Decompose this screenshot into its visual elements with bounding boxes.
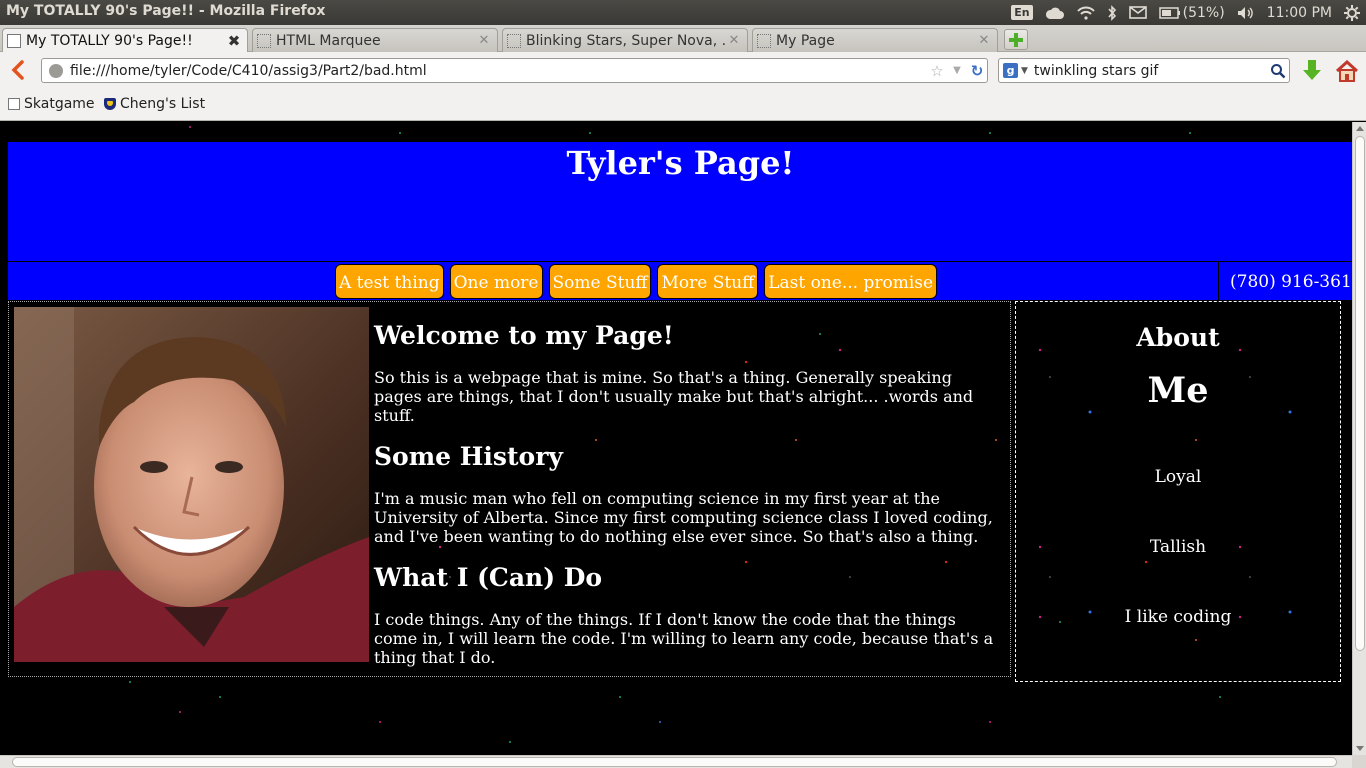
scroll-up-icon[interactable]: [1356, 126, 1364, 131]
horizontal-scrollbar[interactable]: [0, 755, 1352, 768]
battery-icon[interactable]: [1158, 6, 1181, 19]
close-tab-icon[interactable]: ✕: [725, 33, 743, 48]
tab-my-page[interactable]: My Page ✕: [752, 28, 998, 52]
home-button[interactable]: [1334, 58, 1360, 84]
about-heading: About: [1136, 323, 1220, 352]
downloads-button[interactable]: [1300, 58, 1324, 84]
about-subheading: Me: [1147, 370, 1209, 411]
url-history-dropdown-icon[interactable]: ▼: [947, 65, 967, 76]
tab-label: My Page: [776, 32, 835, 49]
page-favicon-icon: [507, 33, 521, 48]
plus-icon: [1009, 32, 1023, 47]
tab-my-totally-90s-page[interactable]: My TOTALLY 90's Page!! ✖: [2, 28, 248, 53]
home-icon: [1335, 60, 1359, 82]
navigation-toolbar: file:///home/tyler/Code/C410/assig3/Part…: [0, 52, 1366, 90]
about-item-tallish: Tallish: [1149, 537, 1207, 557]
tab-strip: My TOTALLY 90's Page!! ✖ HTML Marquee ✕ …: [0, 25, 1366, 53]
horizontal-scroll-thumb[interactable]: [12, 757, 1337, 767]
nav-button-a-test-thing[interactable]: A test thing: [335, 264, 444, 299]
section-body-what-i-do: I code things. Any of the things. If I d…: [374, 610, 994, 667]
back-arrow-icon: [11, 60, 24, 80]
os-top-panel: My TOTALLY 90's Page!! - Mozilla Firefox…: [0, 0, 1366, 25]
page-viewport: Tyler's Page! A test thing One more Some…: [0, 122, 1352, 755]
shield-icon: [104, 98, 116, 110]
section-body-welcome: So this is a webpage that is mine. So th…: [374, 368, 974, 425]
vertical-scrollbar[interactable]: [1352, 122, 1366, 755]
tab-label: HTML Marquee: [276, 32, 381, 49]
bookmark-star-icon[interactable]: ☆: [927, 62, 947, 80]
close-tab-icon[interactable]: ✕: [475, 33, 493, 48]
bookmarks-toolbar: Skatgame Cheng's List: [0, 90, 1366, 121]
cloud-icon[interactable]: [1045, 6, 1065, 20]
section-body-history: I'm a music man who fell on computing sc…: [374, 489, 993, 546]
scroll-down-icon[interactable]: [1356, 746, 1364, 751]
bookmark-chengs-list[interactable]: Cheng's List: [104, 96, 205, 112]
new-tab-button[interactable]: [1004, 29, 1028, 50]
search-engine-icon[interactable]: g: [1003, 63, 1018, 78]
site-nav-bar: A test thing One more Some Stuff More St…: [8, 261, 1352, 300]
page-favicon-icon: [757, 33, 771, 48]
download-arrow-icon: [1303, 60, 1321, 80]
volume-icon[interactable]: [1237, 6, 1255, 20]
section-heading-welcome: Welcome to my Page!: [374, 321, 674, 350]
url-text[interactable]: file:///home/tyler/Code/C410/assig3/Part…: [70, 63, 927, 79]
profile-photo: [14, 307, 369, 662]
about-me-box: About Me Loyal Tallish I like coding: [1015, 301, 1341, 682]
tab-html-marquee[interactable]: HTML Marquee ✕: [252, 28, 498, 52]
reload-icon[interactable]: ↻: [967, 62, 987, 80]
site-identity-icon[interactable]: [49, 63, 63, 78]
main-content-box: Welcome to my Page! So this is a webpage…: [8, 301, 1011, 677]
back-button[interactable]: [6, 57, 30, 83]
system-tray: En (51%) 11:00 PM: [1011, 0, 1360, 25]
site-header: Tyler's Page!: [8, 142, 1352, 261]
search-input[interactable]: twinkling stars gif: [1034, 63, 1267, 79]
power-gear-icon[interactable]: [1344, 4, 1360, 21]
search-icon[interactable]: [1267, 63, 1289, 79]
phone-number: (780) 916-3618: [1218, 262, 1352, 300]
bluetooth-icon[interactable]: [1107, 4, 1117, 21]
section-heading-what-i-do: What I (Can) Do: [374, 563, 603, 592]
keyboard-layout-indicator[interactable]: En: [1011, 5, 1033, 20]
tab-blinking-stars[interactable]: Blinking Stars, Super Nova, ... ✕: [502, 28, 748, 52]
url-bar[interactable]: file:///home/tyler/Code/C410/assig3/Part…: [41, 58, 988, 83]
tab-label: My TOTALLY 90's Page!!: [26, 33, 193, 49]
nav-button-one-more[interactable]: One more: [449, 264, 543, 299]
nav-button-some-stuff[interactable]: Some Stuff: [548, 264, 652, 299]
scrollbar-corner: [1352, 755, 1366, 768]
close-tab-icon[interactable]: ✕: [975, 33, 993, 48]
nav-button-more-stuff[interactable]: More Stuff: [657, 264, 759, 299]
search-bar[interactable]: g ▼ twinkling stars gif: [998, 58, 1290, 83]
nav-button-last-one[interactable]: Last one... promise: [764, 264, 938, 299]
about-item-coding: I like coding: [1124, 607, 1232, 627]
search-engine-dropdown-icon[interactable]: ▼: [1021, 66, 1028, 76]
window-title: My TOTALLY 90's Page!! - Mozilla Firefox: [6, 3, 326, 19]
clock[interactable]: 11:00 PM: [1267, 5, 1332, 21]
about-item-loyal: Loyal: [1154, 467, 1202, 487]
bookmark-page-icon: [8, 98, 20, 110]
main-content: Welcome to my Page! So this is a webpage…: [374, 320, 1004, 683]
bookmark-label: Skatgame: [24, 96, 95, 112]
mail-icon[interactable]: [1128, 6, 1147, 19]
page-favicon-icon: [257, 33, 271, 48]
section-heading-history: Some History: [374, 442, 563, 471]
vertical-scroll-thumb[interactable]: [1355, 136, 1365, 651]
tab-label: Blinking Stars, Super Nova, ...: [526, 32, 725, 49]
page-favicon-icon: [7, 34, 21, 48]
page-title: Tyler's Page!: [566, 144, 795, 182]
battery-percent: (51%): [1182, 4, 1225, 21]
close-tab-icon[interactable]: ✖: [225, 32, 243, 50]
wifi-icon[interactable]: [1076, 6, 1095, 20]
bookmark-skatgame[interactable]: Skatgame: [8, 96, 95, 112]
bookmark-label: Cheng's List: [120, 96, 206, 112]
